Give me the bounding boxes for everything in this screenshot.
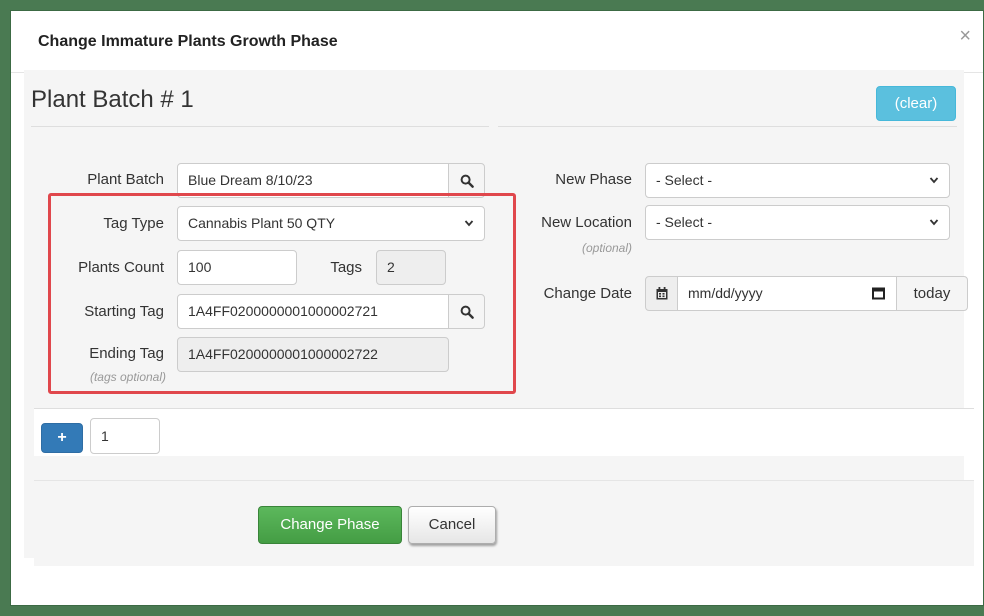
new-location-sublabel: (optional) [581, 241, 632, 255]
add-batch-strip [34, 409, 974, 456]
footer-panel [34, 480, 974, 566]
change-date-input[interactable]: mm/dd/yyyy [677, 276, 898, 311]
divider [498, 126, 957, 127]
change-date-placeholder: mm/dd/yyyy [688, 285, 763, 301]
search-icon [460, 305, 474, 319]
ending-tag-label: Ending Tag [89, 345, 164, 362]
close-icon[interactable]: × [959, 25, 971, 48]
batch-count-input[interactable]: 1 [90, 418, 160, 454]
new-location-select[interactable]: - Select - [645, 205, 950, 240]
new-phase-select[interactable]: - Select - [645, 163, 950, 198]
modal-title: Change Immature Plants Growth Phase [38, 33, 338, 50]
change-date-label: Change Date [543, 285, 632, 302]
search-icon [460, 174, 474, 188]
plant-batch-search-button[interactable] [448, 163, 485, 198]
calendar-addon [645, 276, 678, 311]
tag-type-label: Tag Type [103, 215, 164, 232]
plants-count-input[interactable]: 100 [177, 250, 297, 285]
add-batch-button[interactable]: + [41, 423, 83, 453]
today-button[interactable]: today [896, 276, 968, 311]
tags-count-field: 2 [376, 250, 446, 285]
tags-label: Tags [330, 259, 362, 276]
modal-header: Change Immature Plants Growth Phase × [11, 11, 983, 73]
tag-type-value: Cannabis Plant 50 QTY [188, 215, 336, 231]
chevron-down-icon [929, 164, 939, 197]
batch-heading: Plant Batch # 1 [31, 86, 194, 113]
change-phase-button[interactable]: Change Phase [258, 506, 402, 544]
divider [31, 126, 489, 127]
starting-tag-search-button[interactable] [448, 294, 485, 329]
starting-tag-input[interactable]: 1A4FF0200000001000002721 [177, 294, 449, 329]
new-phase-label: New Phase [555, 171, 632, 188]
new-location-label: New Location [541, 214, 632, 231]
ending-tag-field: 1A4FF0200000001000002722 [177, 337, 449, 372]
new-phase-value: - Select - [656, 172, 713, 188]
starting-tag-label: Starting Tag [84, 303, 164, 320]
ending-tag-sublabel: (tags optional) [89, 370, 166, 384]
plus-icon: + [57, 429, 67, 446]
plants-count-label: Plants Count [78, 259, 164, 276]
plant-batch-input[interactable]: Blue Dream 8/10/23 [177, 163, 449, 198]
calendar-icon [656, 287, 668, 300]
plant-batch-label: Plant Batch [87, 171, 164, 188]
calendar-picker-icon[interactable] [872, 287, 885, 300]
chevron-down-icon [464, 207, 474, 240]
tag-type-select[interactable]: Cannabis Plant 50 QTY [177, 206, 485, 241]
clear-button[interactable]: (clear) [876, 86, 956, 121]
cancel-button[interactable]: Cancel [408, 506, 496, 544]
chevron-down-icon [929, 206, 939, 239]
new-location-value: - Select - [656, 214, 713, 230]
